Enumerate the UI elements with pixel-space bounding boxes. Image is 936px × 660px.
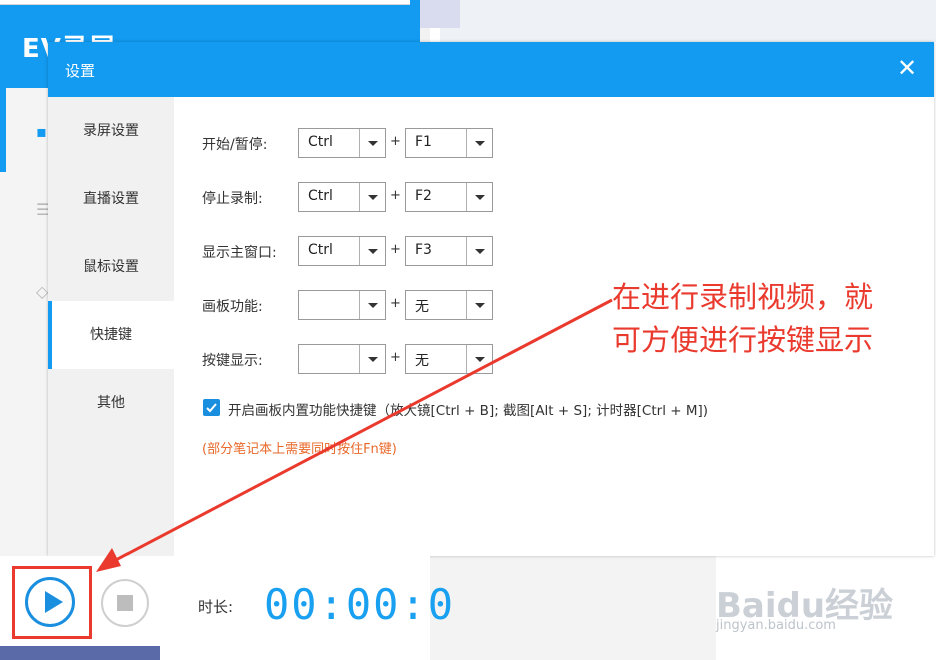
baidu-watermark: Baidu经验 jingyan.baidu.com xyxy=(716,556,936,660)
annotation-line-2: 可方便进行按键显示 xyxy=(612,323,874,357)
annotation-line-1: 在进行录制视频，就 xyxy=(612,280,874,314)
annotation-text: 在进行录制视频，就 可方便进行按键显示 xyxy=(612,276,922,362)
watermark-url: jingyan.baidu.com xyxy=(716,618,836,633)
